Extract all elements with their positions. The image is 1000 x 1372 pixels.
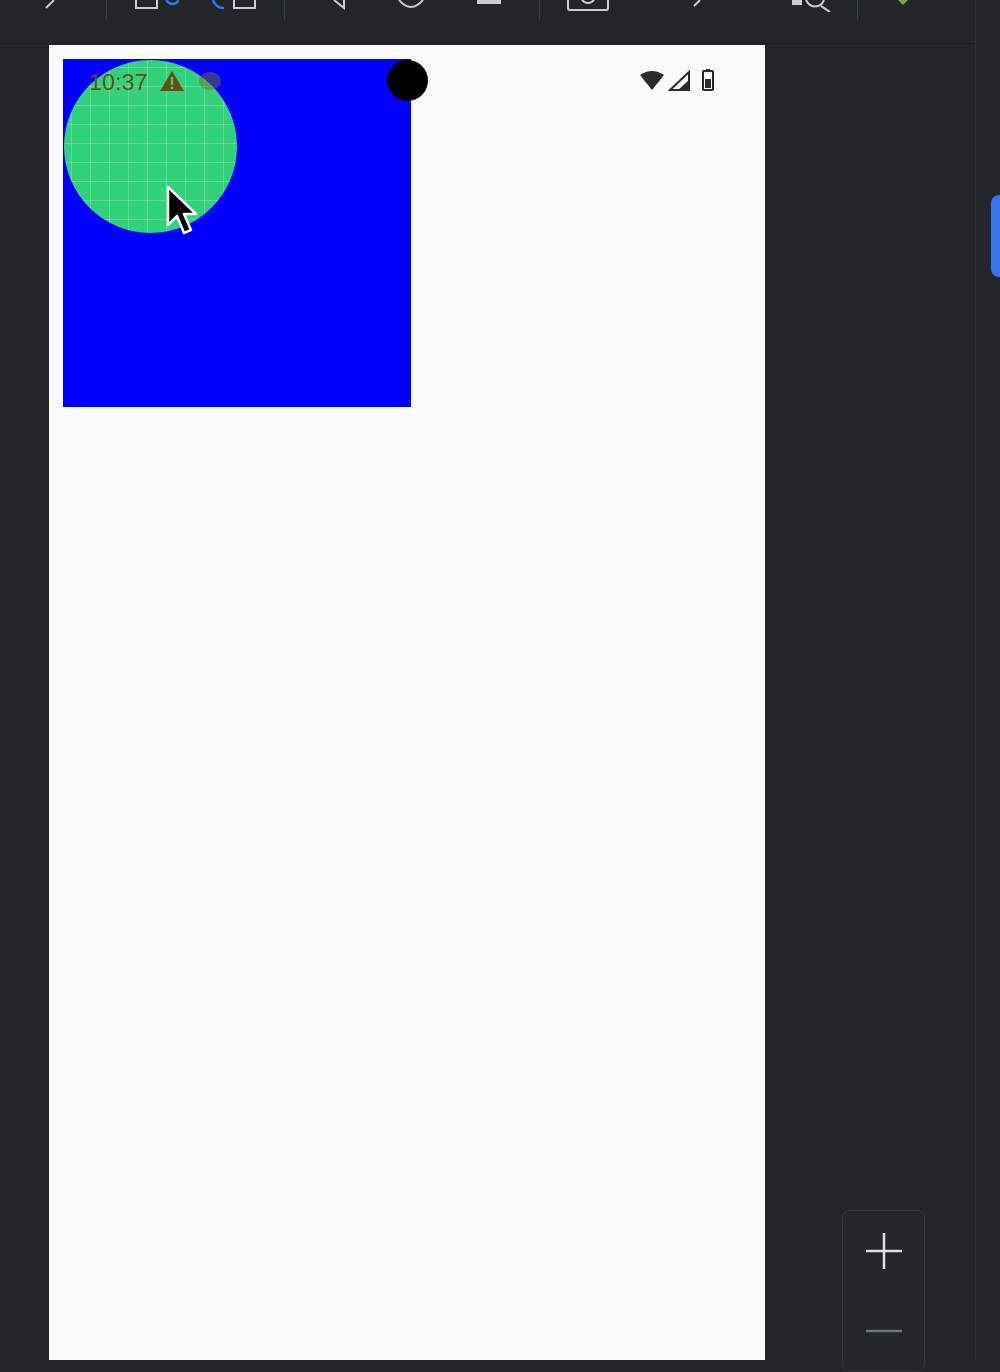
back-icon[interactable] [40,0,60,12]
debug-icon[interactable] [893,0,913,12]
plus-icon [865,1233,902,1269]
rotate-left-icon[interactable] [133,0,179,12]
zoom-controls: + − [842,1210,925,1372]
volume-icon[interactable] [330,0,350,12]
minus-icon [865,1329,902,1333]
power-icon[interactable] [396,0,426,12]
battery-icon [702,69,714,91]
status-icons-group [640,69,714,91]
device-screen[interactable]: 10:37 [49,45,765,1360]
rotate-right-icon[interactable] [212,0,258,12]
toolbar-divider [539,0,540,20]
camera-cutout [387,60,428,101]
mouse-cursor-icon [166,185,198,235]
status-time: 10:37 [89,69,148,95]
zoom-out-button[interactable]: − [843,1291,924,1371]
blue-canvas[interactable] [63,59,411,407]
toolbar-divider [857,0,858,20]
home-icon[interactable] [475,0,503,12]
undo-icon[interactable] [688,0,708,12]
toolbar-divider [284,0,285,20]
zoom-search-icon[interactable] [790,0,834,12]
cellular-signal-icon [667,69,690,91]
toolbar-divider [106,0,107,20]
wifi-icon [640,71,664,90]
screenshot-icon[interactable] [566,0,610,12]
warning-icon [160,71,184,91]
emulator-toolbar [0,0,975,44]
sidebar-tab[interactable] [991,195,1000,277]
zoom-in-button[interactable]: + [843,1211,924,1291]
notification-dot-icon [199,72,221,90]
